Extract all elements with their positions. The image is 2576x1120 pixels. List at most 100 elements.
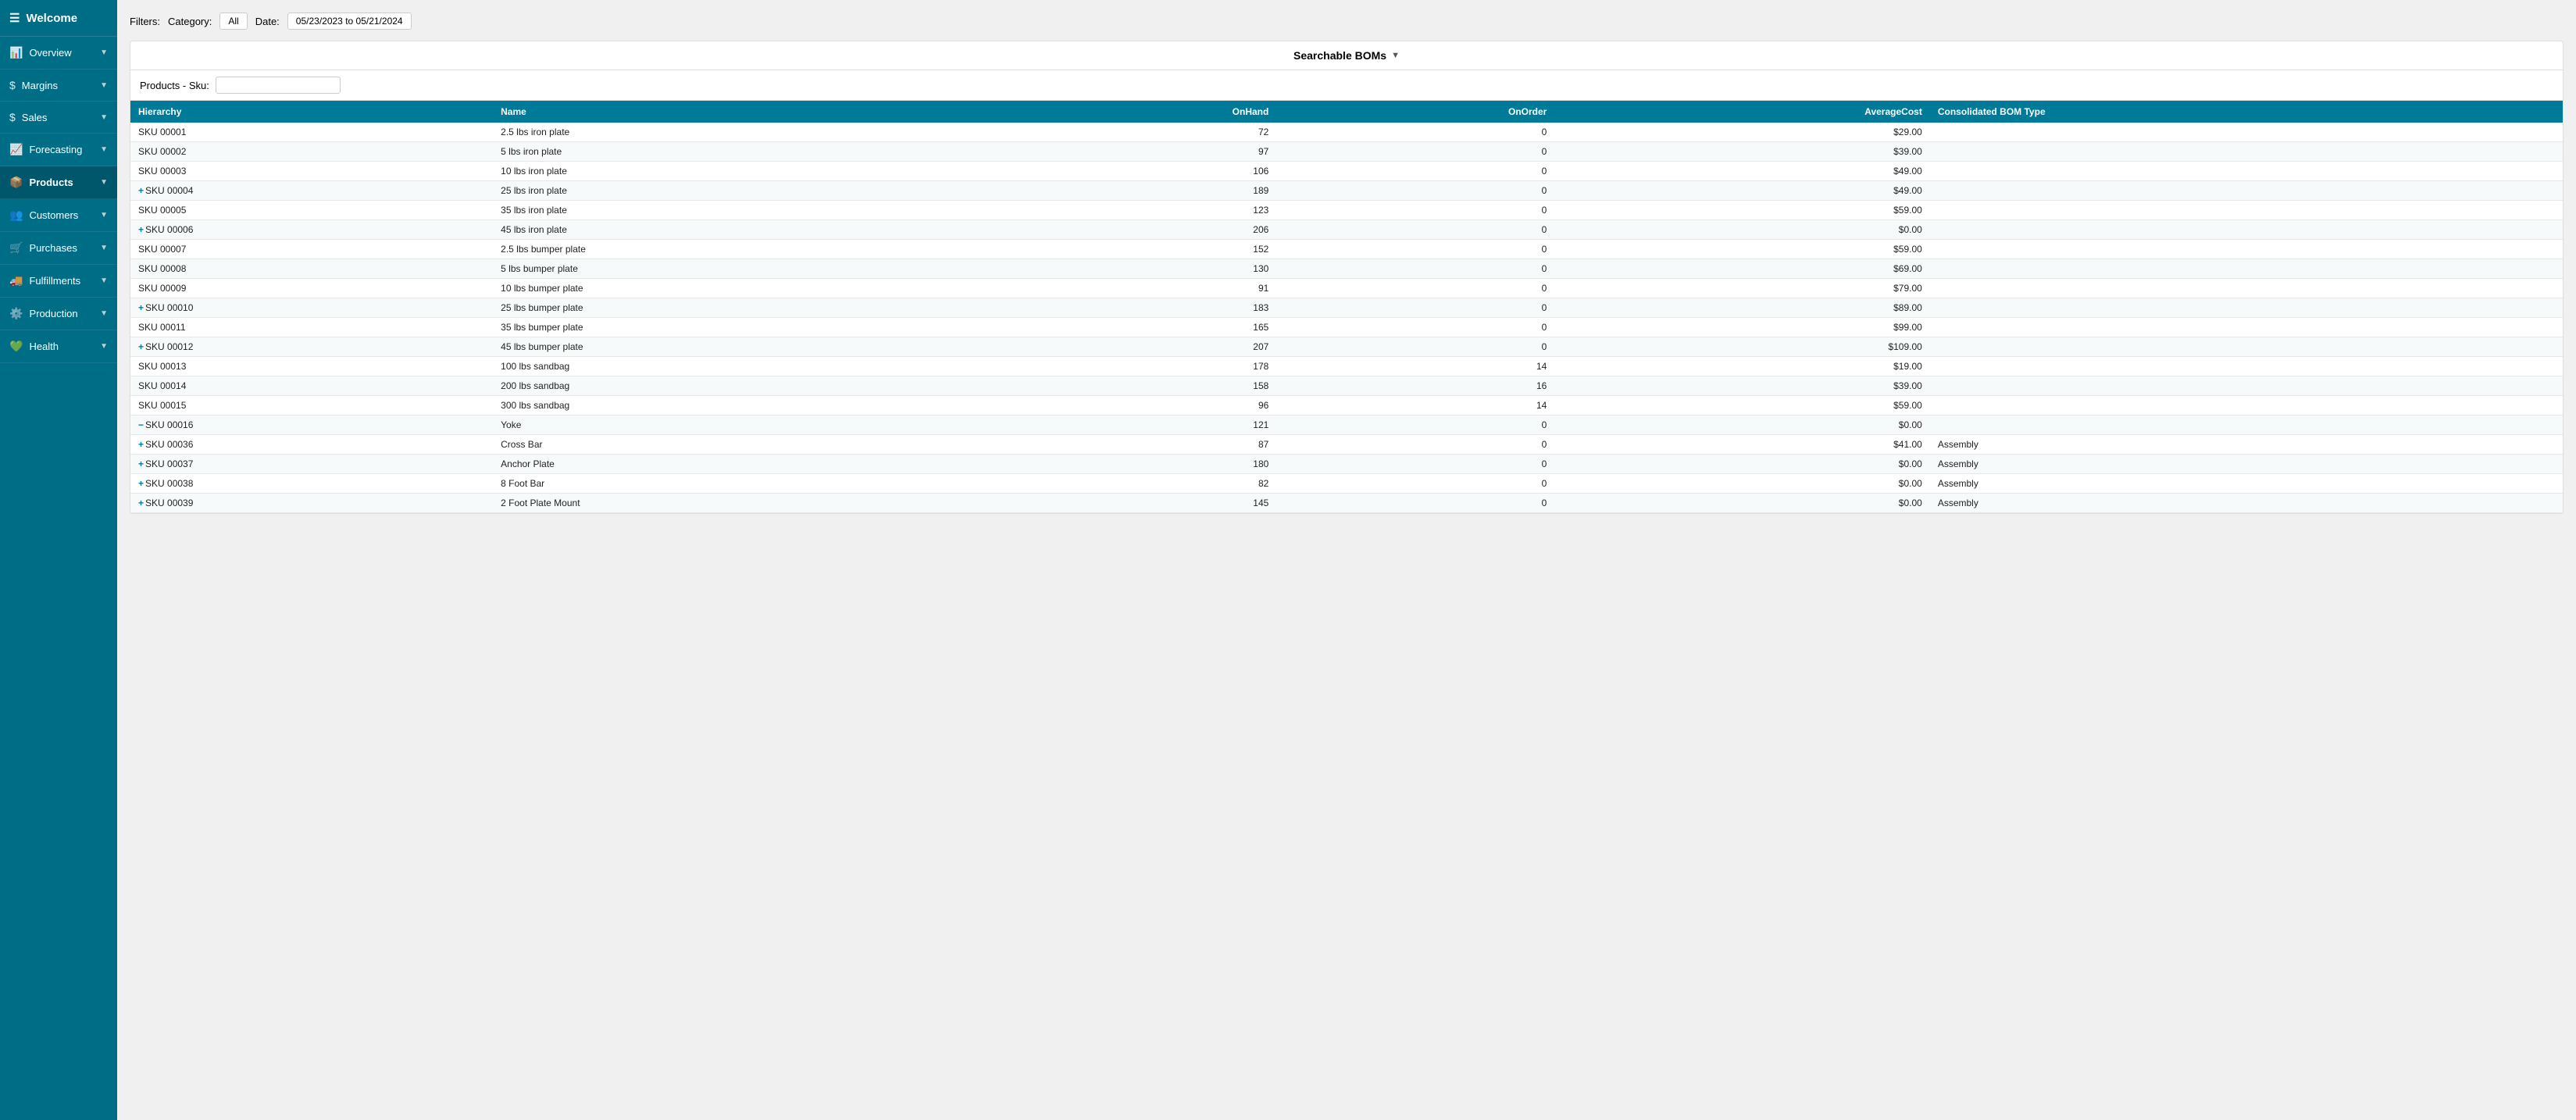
sidebar-item-overview[interactable]: 📊 Overview ▼ bbox=[0, 37, 117, 70]
cell-onorder: 0 bbox=[1276, 494, 1554, 513]
chevron-icon: ▼ bbox=[100, 48, 108, 57]
table-row[interactable]: +SKU 00036 Cross Bar 87 0 $41.00 Assembl… bbox=[130, 435, 2563, 455]
expand-icon[interactable]: − bbox=[138, 419, 144, 430]
table-row[interactable]: SKU 00015 300 lbs sandbag 96 14 $59.00 bbox=[130, 396, 2563, 416]
cell-onorder: 0 bbox=[1276, 201, 1554, 220]
date-filter-button[interactable]: 05/23/2023 to 05/21/2024 bbox=[287, 12, 412, 30]
sidebar-item-health[interactable]: 💚 Health ▼ bbox=[0, 330, 117, 363]
cell-name: 200 lbs sandbag bbox=[493, 376, 1009, 396]
cell-bomtype: Assembly bbox=[1930, 435, 2563, 455]
table-row[interactable]: +SKU 00037 Anchor Plate 180 0 $0.00 Asse… bbox=[130, 455, 2563, 474]
health-icon: 💚 bbox=[9, 340, 23, 353]
expand-icon[interactable]: + bbox=[138, 185, 144, 196]
card-title-dropdown-icon[interactable]: ▼ bbox=[1391, 51, 1400, 60]
cell-onhand: 178 bbox=[1009, 357, 1276, 376]
table-row[interactable]: SKU 00007 2.5 lbs bumper plate 152 0 $59… bbox=[130, 240, 2563, 259]
table-row[interactable]: SKU 00011 35 lbs bumper plate 165 0 $99.… bbox=[130, 318, 2563, 337]
cell-onhand: 183 bbox=[1009, 298, 1276, 318]
expand-icon[interactable]: + bbox=[138, 478, 144, 489]
cell-onhand: 123 bbox=[1009, 201, 1276, 220]
cell-onorder: 14 bbox=[1276, 396, 1554, 416]
expand-icon[interactable]: + bbox=[138, 302, 144, 313]
table-row[interactable]: SKU 00003 10 lbs iron plate 106 0 $49.00 bbox=[130, 162, 2563, 181]
sidebar-item-margins[interactable]: $ Margins ▼ bbox=[0, 70, 117, 102]
bom-card: Searchable BOMs ▼ Products - Sku: Hierar… bbox=[130, 41, 2564, 514]
table-row[interactable]: +SKU 00006 45 lbs iron plate 206 0 $0.00 bbox=[130, 220, 2563, 240]
sidebar-title: Welcome bbox=[26, 12, 77, 25]
cell-onorder: 16 bbox=[1276, 376, 1554, 396]
expand-icon[interactable]: + bbox=[138, 224, 144, 235]
table-row[interactable]: +SKU 00012 45 lbs bumper plate 207 0 $10… bbox=[130, 337, 2563, 357]
cell-onhand: 158 bbox=[1009, 376, 1276, 396]
sidebar-item-label: Products bbox=[29, 177, 73, 188]
table-row[interactable]: SKU 00002 5 lbs iron plate 97 0 $39.00 bbox=[130, 142, 2563, 162]
table-body: SKU 00001 2.5 lbs iron plate 72 0 $29.00… bbox=[130, 123, 2563, 513]
table-row[interactable]: SKU 00013 100 lbs sandbag 178 14 $19.00 bbox=[130, 357, 2563, 376]
table-row[interactable]: +SKU 00038 8 Foot Bar 82 0 $0.00 Assembl… bbox=[130, 474, 2563, 494]
sidebar: ☰ Welcome 📊 Overview ▼ $ Margins ▼ $ Sal… bbox=[0, 0, 117, 1120]
expand-icon[interactable]: + bbox=[138, 439, 144, 450]
sidebar-item-fulfillments[interactable]: 🚚 Fulfillments ▼ bbox=[0, 265, 117, 298]
sidebar-header[interactable]: ☰ Welcome bbox=[0, 0, 117, 37]
category-filter-button[interactable]: All bbox=[219, 12, 247, 30]
table-row[interactable]: SKU 00001 2.5 lbs iron plate 72 0 $29.00 bbox=[130, 123, 2563, 142]
cell-name: 100 lbs sandbag bbox=[493, 357, 1009, 376]
sku-filter-input[interactable] bbox=[216, 77, 341, 94]
cell-avgcost: $41.00 bbox=[1554, 435, 1930, 455]
cell-onorder: 0 bbox=[1276, 162, 1554, 181]
table-row[interactable]: −SKU 00016 Yoke 121 0 $0.00 bbox=[130, 416, 2563, 435]
cell-hierarchy: +SKU 00006 bbox=[130, 220, 493, 240]
cell-bomtype bbox=[1930, 162, 2563, 181]
chevron-icon: ▼ bbox=[100, 276, 108, 285]
cell-name: 35 lbs bumper plate bbox=[493, 318, 1009, 337]
cell-bomtype bbox=[1930, 416, 2563, 435]
cell-avgcost: $49.00 bbox=[1554, 162, 1930, 181]
col-bomtype: Consolidated BOM Type bbox=[1930, 101, 2563, 123]
sidebar-item-products[interactable]: 📦 Products ▼ bbox=[0, 166, 117, 199]
cell-bomtype bbox=[1930, 357, 2563, 376]
cell-avgcost: $39.00 bbox=[1554, 142, 1930, 162]
cell-bomtype bbox=[1930, 259, 2563, 279]
table-row[interactable]: +SKU 00010 25 lbs bumper plate 183 0 $89… bbox=[130, 298, 2563, 318]
chevron-icon: ▼ bbox=[100, 342, 108, 351]
sidebar-item-sales[interactable]: $ Sales ▼ bbox=[0, 102, 117, 134]
sidebar-item-label: Production bbox=[29, 308, 77, 319]
cell-onhand: 72 bbox=[1009, 123, 1276, 142]
cell-onorder: 0 bbox=[1276, 181, 1554, 201]
cell-onhand: 165 bbox=[1009, 318, 1276, 337]
cell-avgcost: $59.00 bbox=[1554, 201, 1930, 220]
table-header: Hierarchy Name OnHand OnOrder AverageCos… bbox=[130, 101, 2563, 123]
expand-icon[interactable]: + bbox=[138, 458, 144, 469]
cell-onorder: 0 bbox=[1276, 416, 1554, 435]
table-row[interactable]: SKU 00008 5 lbs bumper plate 130 0 $69.0… bbox=[130, 259, 2563, 279]
cell-onhand: 82 bbox=[1009, 474, 1276, 494]
chevron-icon: ▼ bbox=[100, 178, 108, 187]
cell-hierarchy: +SKU 00038 bbox=[130, 474, 493, 494]
cell-avgcost: $59.00 bbox=[1554, 240, 1930, 259]
cell-name: 10 lbs bumper plate bbox=[493, 279, 1009, 298]
cell-avgcost: $49.00 bbox=[1554, 181, 1930, 201]
sidebar-item-purchases[interactable]: 🛒 Purchases ▼ bbox=[0, 232, 117, 265]
table-row[interactable]: +SKU 00004 25 lbs iron plate 189 0 $49.0… bbox=[130, 181, 2563, 201]
sidebar-item-customers[interactable]: 👥 Customers ▼ bbox=[0, 199, 117, 232]
cell-name: 5 lbs bumper plate bbox=[493, 259, 1009, 279]
cell-hierarchy: SKU 00013 bbox=[130, 357, 493, 376]
cell-onhand: 145 bbox=[1009, 494, 1276, 513]
cell-onhand: 130 bbox=[1009, 259, 1276, 279]
sidebar-item-label: Sales bbox=[22, 112, 48, 123]
table-row[interactable]: SKU 00005 35 lbs iron plate 123 0 $59.00 bbox=[130, 201, 2563, 220]
sidebar-item-forecasting[interactable]: 📈 Forecasting ▼ bbox=[0, 134, 117, 166]
cell-name: Yoke bbox=[493, 416, 1009, 435]
table-row[interactable]: SKU 00009 10 lbs bumper plate 91 0 $79.0… bbox=[130, 279, 2563, 298]
cell-bomtype bbox=[1930, 337, 2563, 357]
cell-bomtype bbox=[1930, 396, 2563, 416]
sidebar-item-production[interactable]: ⚙️ Production ▼ bbox=[0, 298, 117, 330]
overview-icon: 📊 bbox=[9, 46, 23, 59]
cell-onhand: 180 bbox=[1009, 455, 1276, 474]
cell-hierarchy: +SKU 00039 bbox=[130, 494, 493, 513]
expand-icon[interactable]: + bbox=[138, 498, 144, 508]
table-row[interactable]: SKU 00014 200 lbs sandbag 158 16 $39.00 bbox=[130, 376, 2563, 396]
expand-icon[interactable]: + bbox=[138, 341, 144, 352]
table-row[interactable]: +SKU 00039 2 Foot Plate Mount 145 0 $0.0… bbox=[130, 494, 2563, 513]
main-content: Filters: Category: All Date: 05/23/2023 … bbox=[117, 0, 2576, 1120]
